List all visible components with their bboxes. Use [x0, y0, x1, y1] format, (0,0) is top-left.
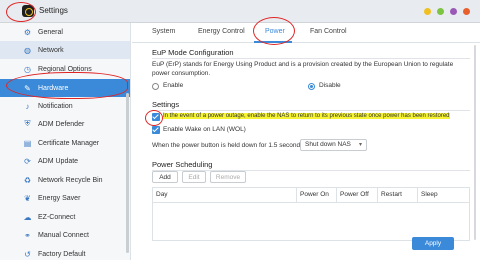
sidebar-item-energy-saver[interactable]: ❦ Energy Saver — [0, 189, 130, 207]
sidebar-item-label: Network — [38, 46, 64, 54]
sidebar-item-adm-defender[interactable]: ⛨ ADM Defender — [0, 115, 130, 133]
sidebar-item-regional-options[interactable]: ◷ Regional Options — [0, 60, 130, 78]
sidebar-item-label: Hardware — [38, 84, 69, 92]
globe-icon: ◍ — [24, 45, 31, 55]
chevron-down-icon: ▾ — [358, 142, 362, 148]
wol-checkbox[interactable] — [152, 126, 160, 134]
active-tab-indicator — [254, 41, 292, 43]
sidebar-item-notification[interactable]: ♪ Notification — [0, 97, 130, 115]
recycle-bin-icon: ♻ — [23, 175, 32, 185]
sidebar-item-adm-update[interactable]: ⟳ ADM Update — [0, 152, 130, 170]
leaf-icon: ❦ — [24, 193, 31, 203]
tab-bar: System Energy Control Power Fan Control — [132, 23, 480, 43]
sidebar-item-hardware[interactable]: ✎ Hardware — [0, 79, 130, 97]
minimize-button[interactable] — [424, 8, 431, 15]
column-header-power-on: Power On — [297, 188, 337, 202]
sidebar-item-label: Manual Connect — [38, 231, 89, 239]
sidebar-item-network-recycle-bin[interactable]: ♻ Network Recycle Bin — [0, 171, 130, 189]
column-header-restart: Restart — [378, 188, 418, 202]
edit-button[interactable]: Edit — [182, 171, 206, 183]
sidebar-item-manual-connect[interactable]: ⚭ Manual Connect — [0, 226, 130, 244]
sidebar-item-label: Certificate Manager — [38, 139, 100, 147]
power-button-label: When the power button is held down for 1… — [152, 142, 306, 149]
scheduling-section-title: Power Scheduling — [152, 160, 213, 169]
sidebar-item-label: Regional Options — [38, 65, 92, 73]
sidebar-item-label: ADM Update — [38, 157, 79, 165]
column-header-day: Day — [153, 188, 297, 202]
power-button-select-value: Shut down NAS — [305, 141, 351, 148]
link-icon: ⚭ — [24, 230, 31, 240]
tab-power[interactable]: Power — [265, 28, 285, 35]
restore-power-checkbox[interactable] — [152, 113, 160, 121]
eup-enable-radio[interactable] — [152, 83, 159, 90]
sidebar-item-label: Network Recycle Bin — [38, 176, 103, 184]
column-header-power-off: Power Off — [337, 188, 378, 202]
restore-power-label: In the event of a power outage, enable t… — [163, 113, 450, 119]
wol-label: Enable Wake on LAN (WOL) — [163, 126, 246, 133]
shield-icon: ⛨ — [24, 119, 31, 128]
sidebar-scrollbar[interactable] — [126, 93, 129, 253]
sidebar-item-label: Notification — [38, 102, 73, 110]
eup-description: EuP (ErP) stands for Energy Using Produc… — [152, 61, 454, 77]
sidebar-item-general[interactable]: ⚙ General — [0, 23, 130, 41]
window-controls — [424, 8, 470, 15]
sidebar-item-certificate-manager[interactable]: ▤ Certificate Manager — [0, 134, 130, 152]
sidebar-item-label: Energy Saver — [38, 194, 81, 202]
main-panel: System Energy Control Power Fan Control … — [132, 23, 480, 260]
clock-icon: ◷ — [24, 64, 31, 74]
sidebar-item-network[interactable]: ◍ Network — [0, 41, 130, 59]
tab-energy-control[interactable]: Energy Control — [198, 28, 245, 35]
settings-section-title: Settings — [152, 100, 180, 109]
power-button-select[interactable]: Shut down NAS ▾ — [300, 139, 367, 151]
column-header-sleep: Sleep — [421, 191, 438, 198]
hardware-icon: ✎ — [24, 83, 31, 93]
certificate-icon: ▤ — [23, 138, 32, 148]
main-scrollbar[interactable] — [474, 45, 476, 240]
divider — [152, 110, 470, 111]
tab-system[interactable]: System — [152, 28, 175, 35]
remove-button[interactable]: Remove — [210, 171, 246, 183]
title-bar: Settings — [0, 0, 480, 23]
sidebar-item-label: ADM Defender — [38, 120, 85, 128]
eup-enable-label: Enable — [163, 82, 184, 89]
gear-icon: ⚙ — [23, 27, 32, 37]
sidebar-item-label: EZ-Connect — [38, 213, 76, 221]
window-title: Settings — [39, 6, 68, 15]
reset-icon: ↺ — [24, 249, 31, 259]
eup-section-title: EuP Mode Configuration — [152, 48, 234, 57]
divider — [152, 58, 470, 59]
cloud-icon: ☁ — [23, 212, 32, 222]
sidebar-item-ez-connect[interactable]: ☁ EZ-Connect — [0, 208, 130, 226]
bell-icon: ♪ — [25, 101, 30, 111]
add-button[interactable]: Add — [152, 171, 178, 183]
sidebar-item-label: General — [38, 28, 63, 36]
sidebar: ⚙ General ◍ Network ◷ Regional Options ✎… — [0, 23, 131, 260]
schedule-table: Day Power On Power Off Restart Sleep — [152, 187, 470, 241]
update-icon: ⟳ — [24, 156, 31, 166]
apply-button[interactable]: Apply — [412, 237, 454, 250]
close-button[interactable] — [463, 8, 470, 15]
settings-app-icon — [22, 5, 34, 17]
header-divider — [153, 202, 469, 203]
eup-disable-label: Disable — [319, 82, 341, 89]
maximize-button[interactable] — [437, 8, 444, 15]
sidebar-item-label: Factory Default — [38, 250, 86, 258]
tab-fan-control[interactable]: Fan Control — [310, 28, 347, 35]
sidebar-item-factory-default[interactable]: ↺ Factory Default — [0, 245, 130, 260]
fullscreen-button[interactable] — [450, 8, 457, 15]
eup-disable-radio[interactable] — [308, 83, 315, 90]
